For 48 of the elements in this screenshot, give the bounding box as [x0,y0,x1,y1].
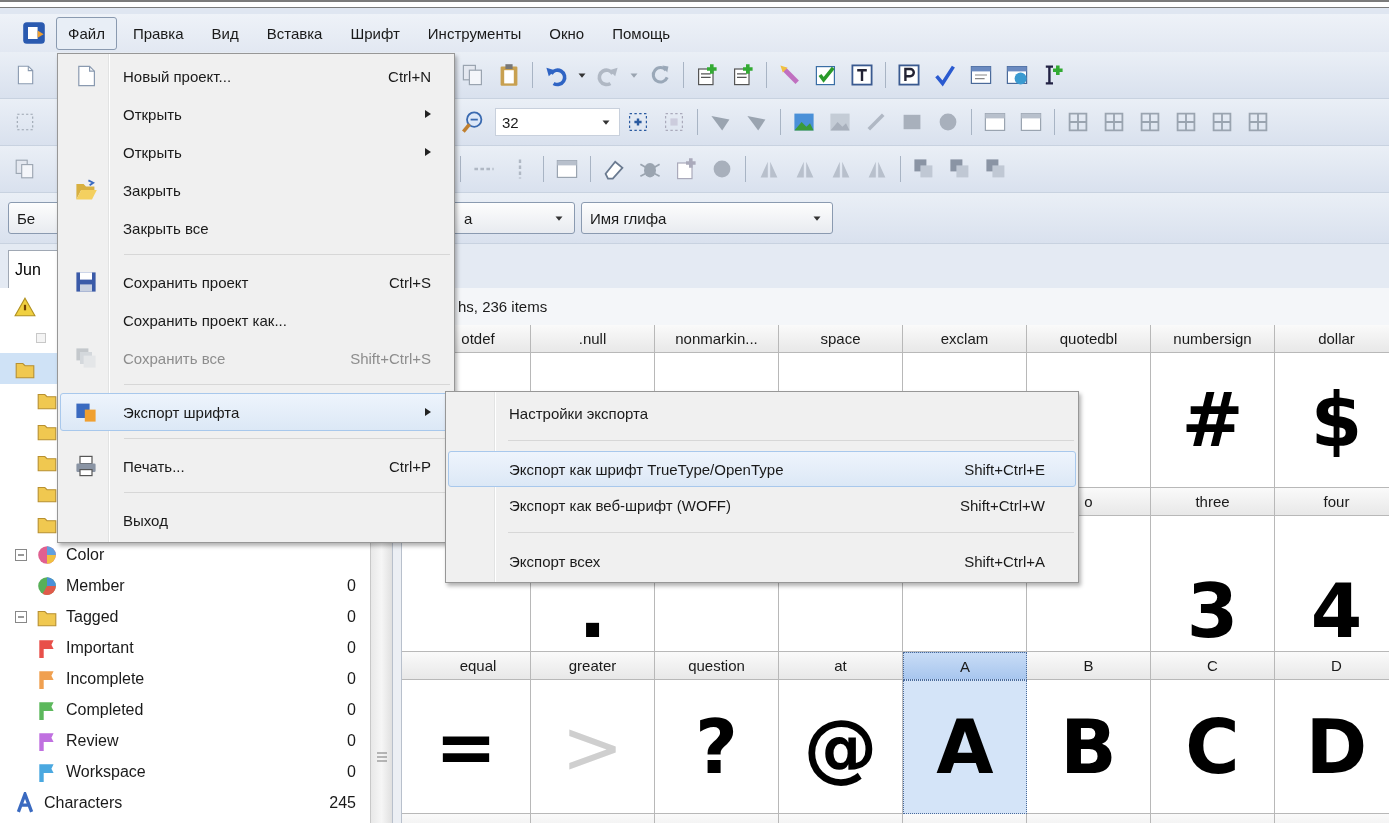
glyph-preview: 4 [1310,583,1363,639]
column-header: equal [402,652,531,680]
column-header: numbersign [1151,325,1275,353]
glyph-preview: $ [1310,383,1363,457]
glyph-preview: C [1185,709,1240,784]
dropdown-value: а [464,209,473,227]
item-count: 0 [347,700,356,719]
column-header: three [1151,488,1275,516]
column-header: B [1027,652,1151,680]
column-header: D [1275,652,1389,680]
shortcut-label: Shift+Ctrl+E [963,460,1045,478]
column-header: four [1275,488,1389,516]
column-header: at [779,652,903,680]
column-header: A [903,652,1027,680]
glyph-preview: A [936,710,994,784]
shortcut-label: Shift+Ctrl+A [963,552,1045,570]
column-header: .null [531,325,655,353]
item-count: 0 [347,638,356,657]
glyph-preview: = [435,709,497,784]
item-count: 0 [347,576,356,595]
dropdown-value: Бе [17,209,36,227]
shortcut-label: Ctrl+N [387,67,431,85]
column-header: dollar [1275,325,1389,353]
glyph-preview: # [1181,383,1244,457]
glyph-preview: 3 [1186,583,1239,639]
shortcut-label: Ctrl+S [387,273,431,291]
glyph-preview: . [578,583,607,639]
glyph-preview: B [1060,709,1117,784]
item-count: 0 [347,762,356,781]
item-count: 0 [347,731,356,750]
column-header: question [655,652,779,680]
shortcut-label: Ctrl+P [387,457,431,475]
column-header: greater [531,652,655,680]
item-count: 245 [329,793,356,812]
glyph-preview: @ [803,709,878,784]
column-header: space [779,325,903,353]
glyph-preview: D [1305,709,1368,784]
column-header: exclam [903,325,1027,353]
column-header: quotedbl [1027,325,1151,353]
glyph-preview: > [561,709,624,784]
dropdown-value: Имя глифа [590,209,667,227]
glyph-preview: ? [695,709,738,784]
item-count: 0 [347,669,356,688]
column-header: C [1151,652,1275,680]
item-summary: hs, 236 items [458,298,548,315]
item-count: 0 [347,607,356,626]
column-header: nonmarkin... [655,325,779,353]
zoom-value: 32 [502,113,519,131]
